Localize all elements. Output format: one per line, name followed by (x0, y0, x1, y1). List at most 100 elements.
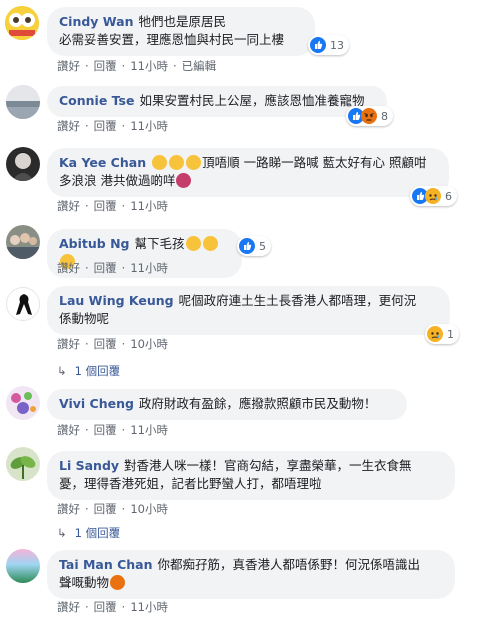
crying-face-emoji (185, 236, 201, 251)
angry-icon (361, 108, 377, 124)
comment-text: 如果安置村民上公屋，應該恩恤准養寵物 (139, 93, 365, 108)
commenter-name[interactable]: Vivi Cheng (59, 396, 134, 411)
comment-actions: 讚好 · 回覆 · 11小時 · 已編輯 (57, 58, 217, 74)
comment-text: 政府財政有盈餘，應撥款照顧市民及動物！ (138, 396, 377, 411)
timestamp[interactable]: 11小時 (130, 260, 168, 276)
comment-text: 牠們也是原居民 (138, 14, 226, 29)
commenter-name[interactable]: Connie Tse (59, 93, 134, 108)
comment-actions: 讚好 · 回覆 · 11小時 (57, 599, 168, 615)
reply-link[interactable]: 回覆 (94, 599, 117, 615)
comment-text: 聲嘅動物 (59, 575, 110, 590)
avatar[interactable] (6, 225, 40, 259)
reaction-count: 8 (381, 109, 388, 123)
reaction-count: 6 (445, 189, 452, 203)
comment-bubble: Tai Man Chan 你都痴孖筋，真香港人都唔係野！何況係唔識出 聲嘅動物 (47, 550, 455, 599)
like-link[interactable]: 讚好 (57, 118, 80, 134)
sad-icon (425, 188, 441, 204)
sad-face-emoji (152, 155, 168, 170)
like-link[interactable]: 讚好 (57, 599, 80, 615)
avatar[interactable] (6, 386, 40, 420)
plant-avatar-image (6, 447, 40, 481)
comment-actions: 讚好 · 回覆 · 11小時 (57, 260, 168, 276)
reaction-count: 1 (447, 327, 454, 341)
comment-text: 多浪浪 港共做過啲咩 (59, 173, 176, 188)
view-replies-link[interactable]: ↳ 1 個回覆 (57, 363, 120, 379)
sad-icon (427, 326, 443, 342)
comment-text: 憂，理得香港死姐，記者比野蠻人打，都唔理啦 (59, 476, 322, 491)
avatar[interactable] (6, 549, 40, 583)
comment-actions: 讚好 · 回覆 · 11小時 (57, 118, 168, 134)
comment-actions: 讚好 · 回覆 · 11小時 (57, 422, 168, 438)
reply-link[interactable]: 回覆 (94, 422, 117, 438)
like-link[interactable]: 讚好 (57, 422, 80, 438)
landscape-avatar-image (6, 85, 40, 119)
like-link[interactable]: 讚好 (57, 58, 80, 74)
comment-bubble: Ka Yee Chan 頂唔順 一路睇一路喊 藍太好有心 照顧咁 多浪浪 港共做過… (47, 148, 449, 197)
comment-text: 幫下毛孩 (134, 236, 185, 251)
reaction-summary[interactable]: 5 (237, 236, 271, 256)
reply-arrow-icon: ↳ (57, 526, 67, 540)
crying-face-emoji (202, 236, 218, 251)
replies-label[interactable]: 1 個回覆 (75, 364, 120, 378)
reaction-summary[interactable]: 1 (425, 324, 459, 344)
avatar[interactable] (6, 447, 40, 481)
comment-actions: 讚好 · 回覆 · 10小時 (57, 336, 168, 352)
group-photo-avatar-image (6, 225, 40, 259)
like-link[interactable]: 讚好 (57, 501, 80, 517)
reply-link[interactable]: 回覆 (94, 58, 117, 74)
reply-link[interactable]: 回覆 (94, 260, 117, 276)
comment-text: 係動物呢 (59, 311, 110, 326)
edited-label: 已編輯 (181, 59, 217, 73)
timestamp[interactable]: 11小時 (130, 599, 168, 615)
replies-label[interactable]: 1 個回覆 (75, 526, 120, 540)
comment-actions: 讚好 · 回覆 · 10小時 (57, 501, 168, 517)
view-replies-link[interactable]: ↳ 1 個回覆 (57, 525, 120, 541)
reply-link[interactable]: 回覆 (94, 336, 117, 352)
like-icon (310, 37, 326, 53)
comment-text: 對香港人咪一樣！官商勾結，享盡榮華，一生衣食無 (124, 458, 412, 473)
reply-link[interactable]: 回覆 (94, 501, 117, 517)
comment-bubble: Cindy Wan 牠們也是原居民 必需妥善安置，理應恩恤與村民一同上樓 (47, 7, 315, 56)
commenter-name[interactable]: Abitub Ng (59, 236, 130, 251)
commenter-name[interactable]: Lau Wing Keung (59, 293, 174, 308)
commenter-name[interactable]: Li Sandy (59, 458, 119, 473)
reply-arrow-icon: ↳ (57, 364, 67, 378)
commenter-name[interactable]: Ka Yee Chan (59, 155, 146, 170)
comment-bubble: Lau Wing Keung 呢個政府連土生土長香港人都唔理，更何況 係動物呢 (47, 286, 450, 335)
comment-bubble: Vivi Cheng 政府財政有盈餘，應撥款照顧市民及動物！ (47, 389, 407, 420)
commenter-name[interactable]: Cindy Wan (59, 14, 133, 29)
commenter-name[interactable]: Tai Man Chan (59, 557, 153, 572)
avatar[interactable] (6, 287, 40, 321)
avatar[interactable] (6, 147, 40, 181)
like-icon (239, 238, 255, 254)
cartoon-avatar-image (5, 6, 39, 40)
timestamp[interactable]: 11小時 (130, 118, 168, 134)
aurora-avatar-image (6, 549, 40, 583)
angry-face-emoji (110, 575, 126, 590)
reply-link[interactable]: 回覆 (94, 198, 117, 214)
portrait-avatar-image (6, 147, 40, 181)
comment-text: 呢個政府連土生土長香港人都唔理，更何況 (178, 293, 417, 308)
reaction-count: 13 (330, 38, 344, 52)
reaction-summary[interactable]: 6 (410, 186, 457, 206)
reaction-summary[interactable]: 13 (308, 35, 349, 55)
timestamp[interactable]: 10小時 (130, 336, 168, 352)
timestamp[interactable]: 11小時 (130, 58, 168, 74)
timestamp[interactable]: 11小時 (130, 422, 168, 438)
comment-text: 頂唔順 一路睇一路喊 藍太好有心 照顧咁 (202, 155, 427, 170)
reaction-summary[interactable]: 8 (346, 106, 393, 126)
like-link[interactable]: 讚好 (57, 198, 80, 214)
comment-text: 你都痴孖筋，真香港人都唔係野！何況係唔識出 (157, 557, 421, 572)
reaction-count: 5 (259, 239, 266, 253)
like-link[interactable]: 讚好 (57, 260, 80, 276)
comment-bubble: Connie Tse 如果安置村民上公屋，應該恩恤准養寵物 (47, 86, 387, 117)
avatar[interactable] (6, 85, 40, 119)
avatar[interactable] (5, 6, 39, 40)
comment-actions: 讚好 · 回覆 · 11小時 (57, 198, 168, 214)
decorative-avatar-image (6, 386, 40, 420)
timestamp[interactable]: 10小時 (130, 501, 168, 517)
black-ribbon-icon (16, 294, 32, 315)
like-link[interactable]: 讚好 (57, 336, 80, 352)
timestamp[interactable]: 11小時 (130, 198, 168, 214)
reply-link[interactable]: 回覆 (94, 118, 117, 134)
